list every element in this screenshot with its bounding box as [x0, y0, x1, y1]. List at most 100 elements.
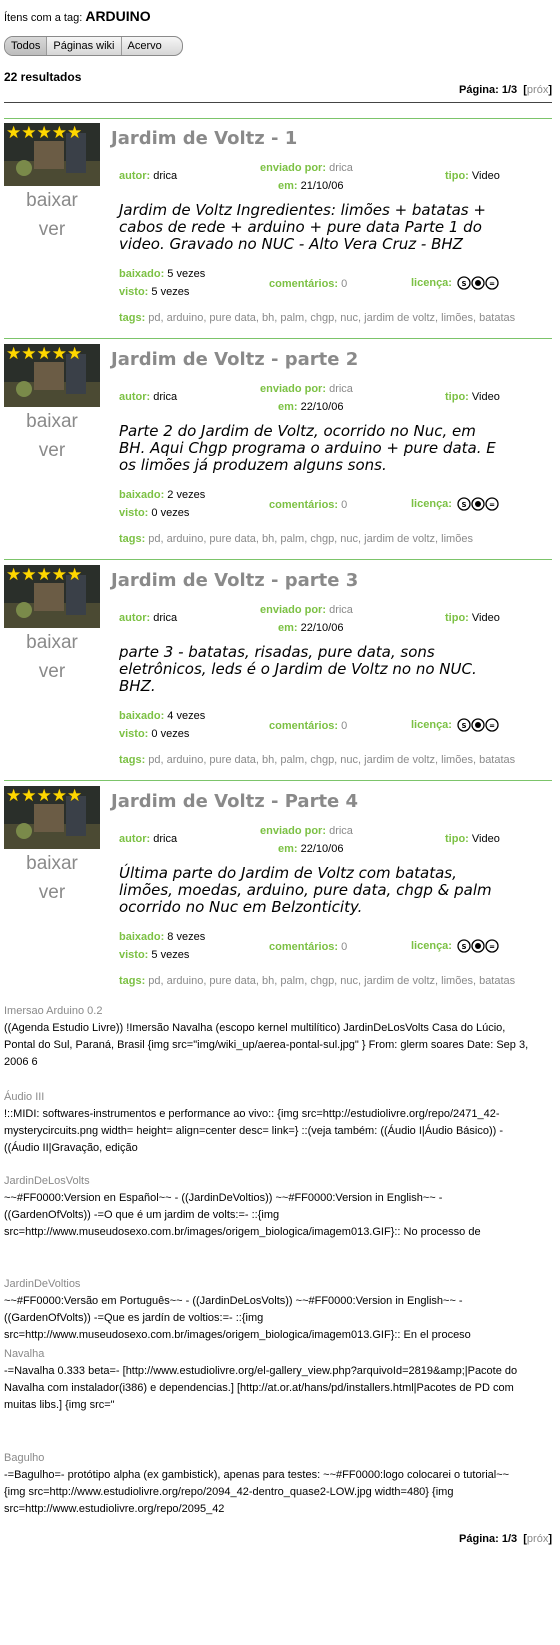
downloads-value: 8 vezes	[167, 931, 206, 943]
type-value: Video	[471, 170, 500, 182]
view-link[interactable]: ver	[4, 882, 100, 904]
type-field: tipo: Video	[445, 833, 500, 845]
pager-close: ]	[548, 1533, 552, 1545]
sender-field: enviado por: drica	[260, 162, 353, 174]
wiki-title[interactable]: JardinDeVoltios	[4, 1276, 532, 1293]
views-label: visto:	[119, 507, 149, 519]
license-field: licença: S =	[411, 276, 499, 290]
view-link[interactable]: ver	[4, 440, 100, 462]
wiki-title[interactable]: Áudio III	[4, 1089, 532, 1106]
type-label: tipo:	[445, 612, 469, 624]
svg-text:=: =	[489, 943, 495, 951]
page: Ítens com a tag: ARDUINO Todos Páginas w…	[0, 0, 560, 1645]
entry-title[interactable]: Jardim de Voltz - Parte 4	[111, 791, 358, 812]
tag-name: ARDUINO	[85, 8, 151, 24]
download-link[interactable]: baixar	[4, 853, 100, 875]
entry-title[interactable]: Jardim de Voltz - parte 3	[111, 570, 358, 591]
tags-value[interactable]: pd, arduino, pure data, bh, palm, chgp, …	[148, 533, 473, 545]
wiki-title[interactable]: Navalha	[4, 1346, 532, 1363]
wiki-title[interactable]: Bagulho	[4, 1450, 532, 1467]
tags-value[interactable]: pd, arduino, pure data, bh, palm, chgp, …	[148, 975, 515, 987]
views-label: visto:	[119, 286, 149, 298]
license-label: licença:	[411, 939, 452, 952]
downloads-field: baixado: 2 vezes	[119, 489, 205, 501]
views-field: visto: 0 vezes	[119, 728, 189, 740]
pager-top: Página: 1/3 [próx]	[459, 84, 552, 96]
download-link[interactable]: baixar	[4, 632, 100, 654]
gallery-entry: ★★★★★ baixar ver Jardim de Voltz - parte…	[4, 562, 528, 782]
sender-label: enviado por:	[260, 162, 327, 174]
svg-text:=: =	[489, 280, 495, 288]
license-label: licença:	[411, 276, 452, 289]
downloads-label: baixado:	[119, 268, 165, 280]
wiki-excerpt: ((Agenda Estudio Livre)) !Imersão Navalh…	[4, 1022, 529, 1068]
sender-field: enviado por: drica	[260, 383, 353, 395]
svg-text:S: S	[462, 722, 467, 730]
download-link[interactable]: baixar	[4, 190, 100, 212]
views-value: 5 vezes	[151, 949, 190, 961]
creative-commons-icon[interactable]: S =	[457, 497, 499, 511]
video-thumbnail[interactable]: ★★★★★	[4, 565, 100, 628]
creative-commons-icon[interactable]: S =	[457, 718, 499, 732]
wiki-excerpt: -=Bagulho=- protótipo alpha (ex gambisti…	[4, 1469, 510, 1515]
next-page-link[interactable]: próx	[527, 84, 548, 96]
creative-commons-icon[interactable]: S =	[457, 276, 499, 290]
entry-title[interactable]: Jardim de Voltz - parte 2	[111, 349, 358, 370]
author-field: autor: drica	[119, 612, 177, 624]
entry-tags: tags: pd, arduino, pure data, bh, palm, c…	[119, 312, 515, 324]
wiki-title[interactable]: Imersao Arduino 0.2	[4, 1003, 532, 1020]
divider	[4, 338, 552, 339]
svg-text:S: S	[462, 280, 467, 288]
downloads-label: baixado:	[119, 489, 165, 501]
wiki-result: Áudio III !::MIDI: softwares-instrumento…	[4, 1089, 532, 1157]
license-label: licença:	[411, 497, 452, 510]
pager-close: ]	[548, 84, 552, 96]
svg-text:=: =	[489, 501, 495, 509]
gallery-entry: ★★★★★ baixar ver Jardim de Voltz - Parte…	[4, 783, 528, 1003]
comments-value[interactable]: 0	[341, 499, 347, 511]
pager-label: Página: 1/3	[459, 1533, 518, 1545]
comments-value[interactable]: 0	[341, 720, 347, 732]
sender-field: enviado por: drica	[260, 604, 353, 616]
gallery-entry: ★★★★★ baixar ver Jardim de Voltz - parte…	[4, 341, 528, 561]
date-label: em:	[278, 401, 298, 413]
view-link[interactable]: ver	[4, 661, 100, 683]
tags-value[interactable]: pd, arduino, pure data, bh, palm, chgp, …	[148, 312, 515, 324]
next-page-link[interactable]: próx	[527, 1533, 548, 1545]
tab-todos[interactable]: Todos	[5, 37, 48, 55]
creative-commons-icon[interactable]: S =	[457, 939, 499, 953]
license-field: licença: S =	[411, 939, 499, 953]
tab-acervo[interactable]: Acervo	[122, 37, 182, 55]
results-count: 22 resultados	[4, 70, 82, 84]
date-label: em:	[278, 843, 298, 855]
type-field: tipo: Video	[445, 391, 500, 403]
type-value: Video	[471, 612, 500, 624]
download-link[interactable]: baixar	[4, 411, 100, 433]
tags-value[interactable]: pd, arduino, pure data, bh, palm, chgp, …	[148, 754, 515, 766]
sender-value: drica	[329, 383, 353, 395]
views-label: visto:	[119, 728, 149, 740]
sender-label: enviado por:	[260, 604, 327, 616]
tab-paginas-wiki[interactable]: Páginas wiki	[47, 37, 122, 55]
tag-heading: Ítens com a tag: ARDUINO	[4, 8, 151, 24]
video-thumbnail[interactable]: ★★★★★	[4, 786, 100, 849]
wiki-excerpt: -=Navalha 0.333 beta=- [http://www.estud…	[4, 1365, 518, 1411]
video-thumbnail[interactable]: ★★★★★	[4, 123, 100, 186]
type-value: Video	[471, 833, 500, 845]
comments-value[interactable]: 0	[341, 278, 347, 290]
author-field: autor: drica	[119, 833, 177, 845]
view-link[interactable]: ver	[4, 219, 100, 241]
comments-field: comentários: 0	[269, 499, 347, 511]
views-value: 0 vezes	[151, 728, 190, 740]
date-value: 22/10/06	[300, 622, 344, 634]
wiki-result: Imersao Arduino 0.2 ((Agenda Estudio Liv…	[4, 1003, 532, 1071]
downloads-label: baixado:	[119, 710, 165, 722]
entry-tags: tags: pd, arduino, pure data, bh, palm, c…	[119, 754, 515, 766]
video-thumbnail[interactable]: ★★★★★	[4, 344, 100, 407]
wiki-title[interactable]: JardinDeLosVolts	[4, 1173, 532, 1190]
date-label: em:	[278, 622, 298, 634]
entry-title[interactable]: Jardim de Voltz - 1	[111, 128, 297, 149]
comments-value[interactable]: 0	[341, 941, 347, 953]
date-field: em: 22/10/06	[278, 622, 343, 634]
comments-label: comentários:	[269, 499, 339, 511]
